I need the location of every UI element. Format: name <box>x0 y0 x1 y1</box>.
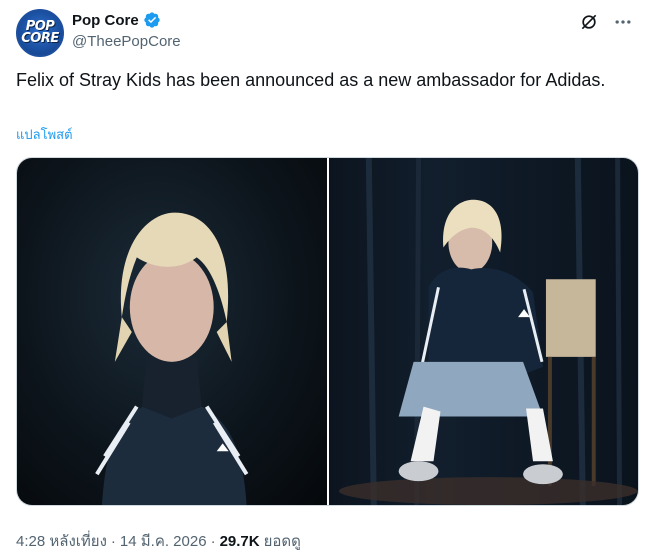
meta-separator: · <box>110 533 116 550</box>
translate-post-link[interactable]: แปลโพสต์ <box>16 124 73 145</box>
grok-icon[interactable] <box>577 10 601 34</box>
more-icon[interactable] <box>611 10 635 34</box>
tweet-text: Felix of Stray Kids has been announced a… <box>16 70 606 90</box>
verified-badge-icon <box>143 11 161 29</box>
views-label: ยอดดู <box>263 533 301 550</box>
avatar-text-bottom: CORE <box>21 31 59 46</box>
post-date[interactable]: 14 มี.ค. 2026 <box>120 529 207 553</box>
author-name-row: Pop Core <box>72 11 161 29</box>
display-name[interactable]: Pop Core <box>72 12 139 29</box>
post: POP CORE Pop Core @TheePopCore Felix of … <box>0 0 645 554</box>
post-time[interactable]: 4:28 หลังเที่ยง <box>16 529 107 553</box>
photo-seated[interactable] <box>328 158 638 505</box>
author-handle[interactable]: @TheePopCore <box>72 33 181 50</box>
post-actions-top <box>577 10 635 34</box>
post-meta: 4:28 หลังเที่ยง · 14 มี.ค. 2026 · 29.7K … <box>16 529 301 553</box>
media-grid <box>16 157 639 506</box>
views-count[interactable]: 29.7K <box>220 533 260 550</box>
meta-separator: · <box>210 533 216 550</box>
photo-portrait[interactable] <box>17 158 327 505</box>
avatar[interactable]: POP CORE <box>16 9 64 57</box>
